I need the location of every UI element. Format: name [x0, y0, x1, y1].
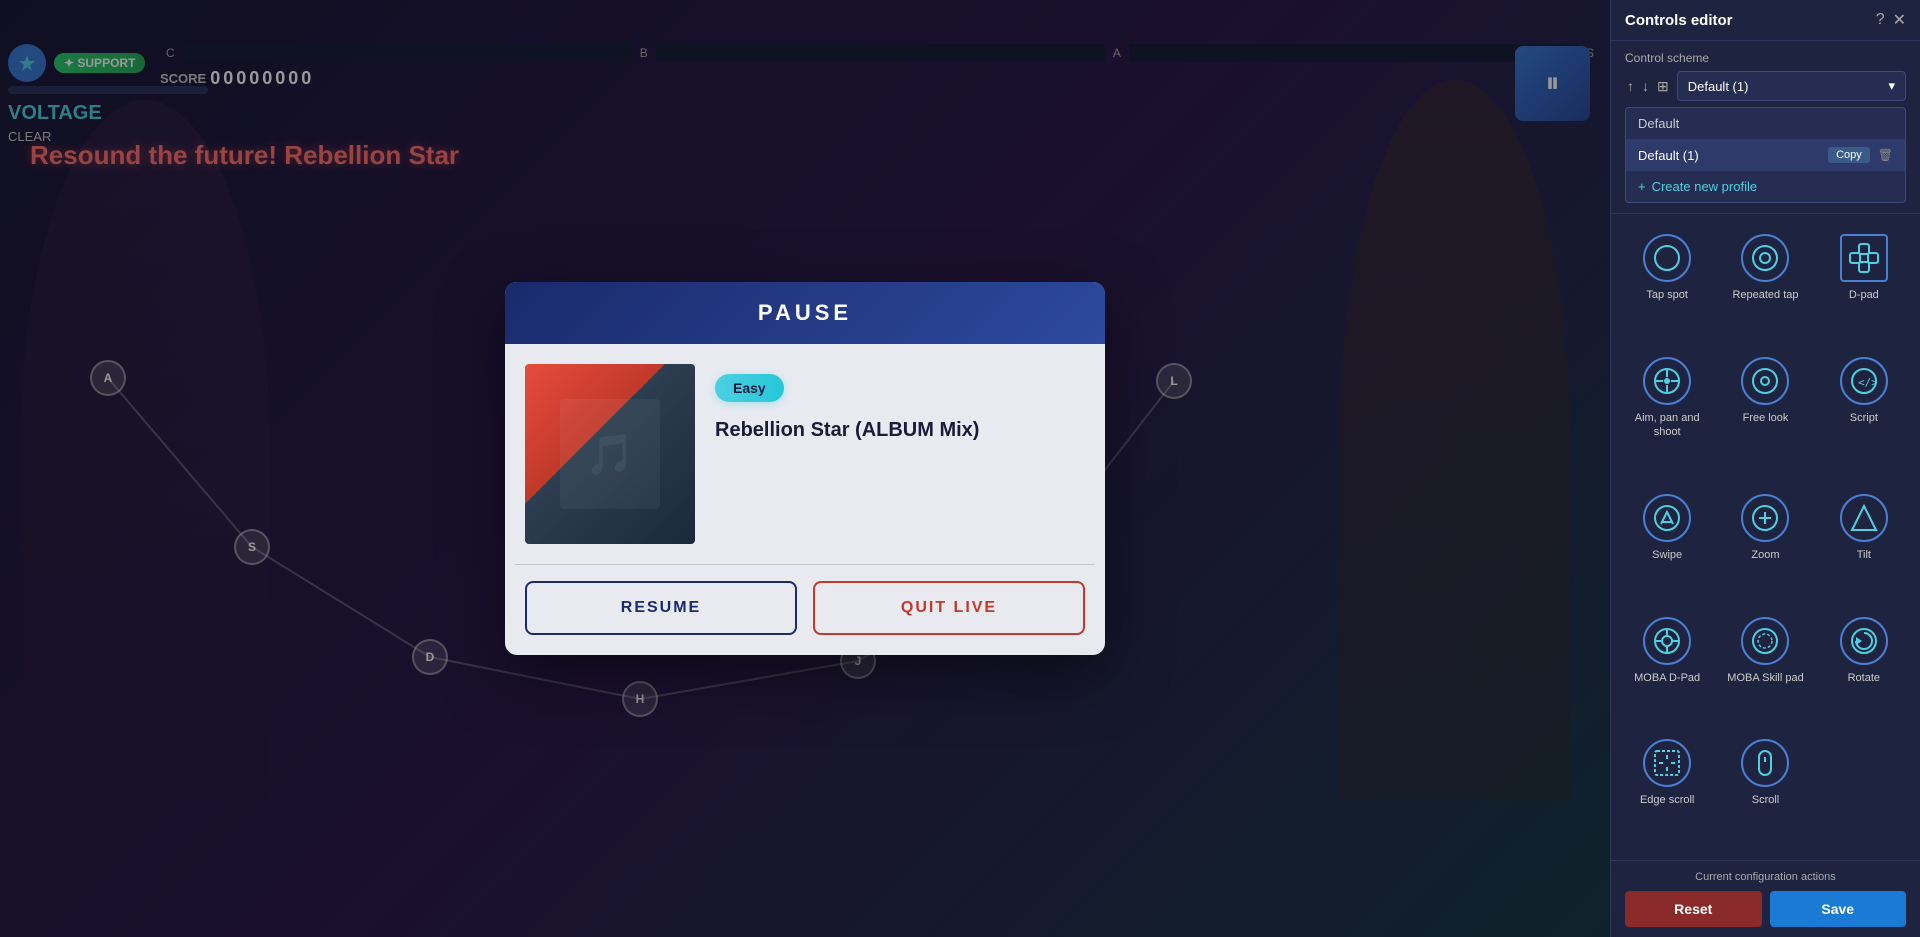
swipe-control[interactable]: Swipe [1619, 484, 1715, 605]
scheme-list: Default Default (1) Copy 🗑 + Create new … [1625, 107, 1906, 203]
repeated-tap-icon [1741, 234, 1789, 282]
scheme-dropdown[interactable]: Default (1) ▾ [1677, 71, 1906, 101]
zoom-control[interactable]: Zoom [1717, 484, 1813, 605]
free-look-icon [1741, 357, 1789, 405]
script-icon: </> [1840, 357, 1888, 405]
edge-scroll-control[interactable]: Edge scroll [1619, 729, 1715, 850]
scroll-icon [1741, 739, 1789, 787]
aim-pan-shoot-icon [1643, 357, 1691, 405]
moba-d-pad-control[interactable]: MOBA D-Pad [1619, 607, 1715, 728]
swipe-label: Swipe [1652, 548, 1682, 562]
zoom-icon [1741, 494, 1789, 542]
panel-title: Controls editor [1625, 12, 1733, 29]
edge-scroll-label: Edge scroll [1640, 793, 1694, 807]
panel-close-button[interactable]: ✕ [1893, 10, 1906, 30]
tilt-label: Tilt [1857, 548, 1871, 562]
scheme-default-1[interactable]: Default (1) Copy 🗑 [1626, 139, 1905, 171]
pause-content: 🎵 Easy Rebellion Star (ALBUM Mix) [505, 344, 1105, 564]
scheme-download-button[interactable]: ↓ [1640, 76, 1651, 97]
controls-editor-panel: Controls editor ? ✕ Control scheme ↑ ↓ ⊞… [1610, 0, 1920, 937]
tap-spot-control[interactable]: Tap spot [1619, 224, 1715, 345]
swipe-icon [1643, 494, 1691, 542]
panel-bottom: Current configuration actions Reset Save [1611, 860, 1920, 937]
pause-song-name: Rebellion Star (ALBUM Mix) [715, 416, 1085, 444]
dropdown-arrow: ▾ [1888, 78, 1895, 94]
free-look-control[interactable]: Free look [1717, 347, 1813, 482]
d-pad-icon [1840, 234, 1888, 282]
svg-text:</>: </> [1858, 376, 1878, 389]
reset-button[interactable]: Reset [1625, 891, 1762, 927]
rotate-icon [1840, 617, 1888, 665]
controls-grid: Tap spot Repeated tap [1611, 214, 1920, 860]
aim-pan-shoot-control[interactable]: Aim, pan and shoot [1619, 347, 1715, 482]
aim-pan-shoot-label: Aim, pan and shoot [1623, 411, 1711, 440]
scheme-share-button[interactable]: ⊞ [1655, 76, 1671, 97]
scroll-control[interactable]: Scroll [1717, 729, 1813, 850]
tap-spot-icon [1643, 234, 1691, 282]
scheme-label: Control scheme [1625, 51, 1906, 65]
scheme-default-name: Default [1638, 116, 1679, 131]
plus-icon: + [1638, 179, 1646, 194]
panel-header: Controls editor ? ✕ [1611, 0, 1920, 41]
create-new-label: Create new profile [1652, 179, 1758, 194]
pause-header: PAUSE [505, 282, 1105, 344]
resume-button[interactable]: RESUME [525, 581, 797, 635]
pause-overlay: PAUSE 🎵 Easy [0, 0, 1610, 937]
script-label: Script [1850, 411, 1878, 425]
copy-scheme-button[interactable]: Copy [1828, 147, 1870, 163]
tilt-icon [1840, 494, 1888, 542]
rotate-label: Rotate [1848, 671, 1880, 685]
delete-scheme-button[interactable]: 🗑 [1878, 148, 1893, 162]
scroll-label: Scroll [1752, 793, 1780, 807]
tap-spot-label: Tap spot [1646, 288, 1688, 302]
scheme-default[interactable]: Default [1626, 108, 1905, 139]
pause-info: Easy Rebellion Star (ALBUM Mix) [715, 364, 1085, 544]
rotate-control[interactable]: Rotate [1816, 607, 1912, 728]
repeated-tap-label: Repeated tap [1732, 288, 1798, 302]
free-look-label: Free look [1743, 411, 1789, 425]
pause-buttons: RESUME QUIT LIVE [505, 565, 1105, 655]
save-button[interactable]: Save [1770, 891, 1907, 927]
zoom-label: Zoom [1751, 548, 1779, 562]
d-pad-label: D-pad [1849, 288, 1879, 302]
control-scheme-section: Control scheme ↑ ↓ ⊞ Default (1) ▾ Defau… [1611, 41, 1920, 214]
current-config-label: Current configuration actions [1625, 871, 1906, 883]
tilt-control[interactable]: Tilt [1816, 484, 1912, 605]
edge-scroll-icon [1643, 739, 1691, 787]
pause-dialog: PAUSE 🎵 Easy [505, 282, 1105, 655]
repeated-tap-control[interactable]: Repeated tap [1717, 224, 1813, 345]
game-area: B BlueStacks App Player 1 5.1.50.1001 P6… [0, 0, 1610, 937]
moba-skill-pad-control[interactable]: MOBA Skill pad [1717, 607, 1813, 728]
moba-d-pad-icon [1643, 617, 1691, 665]
panel-help-button[interactable]: ? [1876, 10, 1885, 30]
moba-skill-pad-icon [1741, 617, 1789, 665]
scheme-upload-button[interactable]: ↑ [1625, 76, 1636, 97]
create-new-profile[interactable]: + Create new profile [1626, 171, 1905, 202]
d-pad-control[interactable]: D-pad [1816, 224, 1912, 345]
pause-title: PAUSE [523, 300, 1087, 326]
pause-album-art: 🎵 [525, 364, 695, 544]
current-scheme-name: Default (1) [1688, 79, 1749, 94]
script-control[interactable]: </> Script [1816, 347, 1912, 482]
pause-difficulty-badge: Easy [715, 374, 784, 402]
scheme-default-1-name: Default (1) [1638, 148, 1699, 163]
moba-skill-pad-label: MOBA Skill pad [1727, 671, 1803, 685]
quit-live-button[interactable]: QUIT LIVE [813, 581, 1085, 635]
moba-d-pad-label: MOBA D-Pad [1634, 671, 1700, 685]
